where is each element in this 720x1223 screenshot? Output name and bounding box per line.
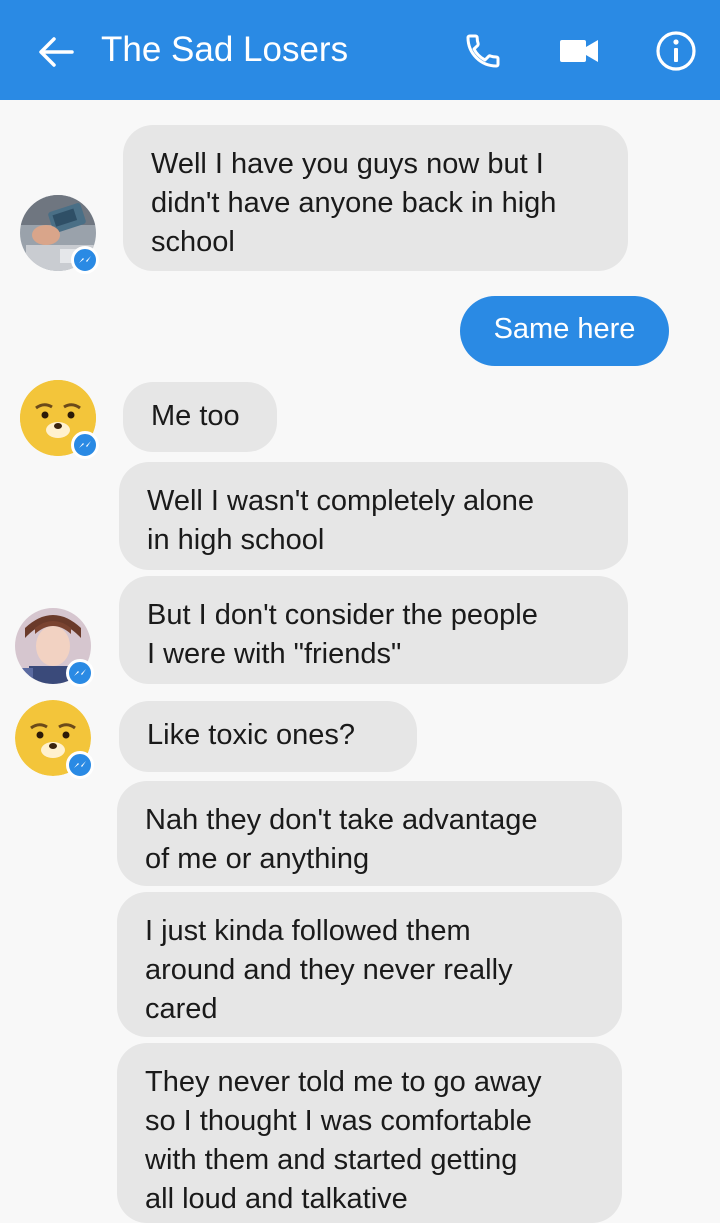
messenger-badge-icon: [71, 431, 99, 459]
message-bubble[interactable]: Well I have you guys now but I didn't ha…: [123, 125, 628, 271]
messenger-badge-icon: [66, 659, 94, 687]
message-bubble[interactable]: Well I wasn't completely alone in high s…: [119, 462, 628, 570]
message-bubble[interactable]: Nah they don't take advantage of me or a…: [117, 781, 622, 886]
messenger-badge-icon: [71, 246, 99, 274]
message-bubble[interactable]: They never told me to go away so I thoug…: [117, 1043, 622, 1223]
message-list[interactable]: Well I have you guys now but I didn't ha…: [0, 100, 720, 1223]
message-bubble[interactable]: But I don't consider the people I were w…: [119, 576, 628, 684]
message-bubble[interactable]: Me too: [123, 382, 277, 452]
sender-avatar[interactable]: [15, 700, 94, 779]
back-arrow-icon[interactable]: [36, 32, 76, 72]
message-bubble[interactable]: I just kinda followed them around and th…: [117, 892, 622, 1037]
message-bubble-outgoing[interactable]: Same here: [460, 296, 669, 366]
chat-header: The Sad Losers: [0, 0, 720, 100]
sender-avatar[interactable]: [20, 380, 99, 459]
phone-icon[interactable]: [463, 31, 503, 71]
video-camera-icon[interactable]: [558, 36, 600, 66]
message-bubble[interactable]: Like toxic ones?: [119, 701, 417, 772]
conversation-title[interactable]: The Sad Losers: [101, 28, 348, 72]
sender-avatar[interactable]: [15, 608, 94, 687]
sender-avatar[interactable]: [20, 195, 99, 274]
messenger-badge-icon: [66, 751, 94, 779]
info-icon[interactable]: [655, 30, 697, 72]
